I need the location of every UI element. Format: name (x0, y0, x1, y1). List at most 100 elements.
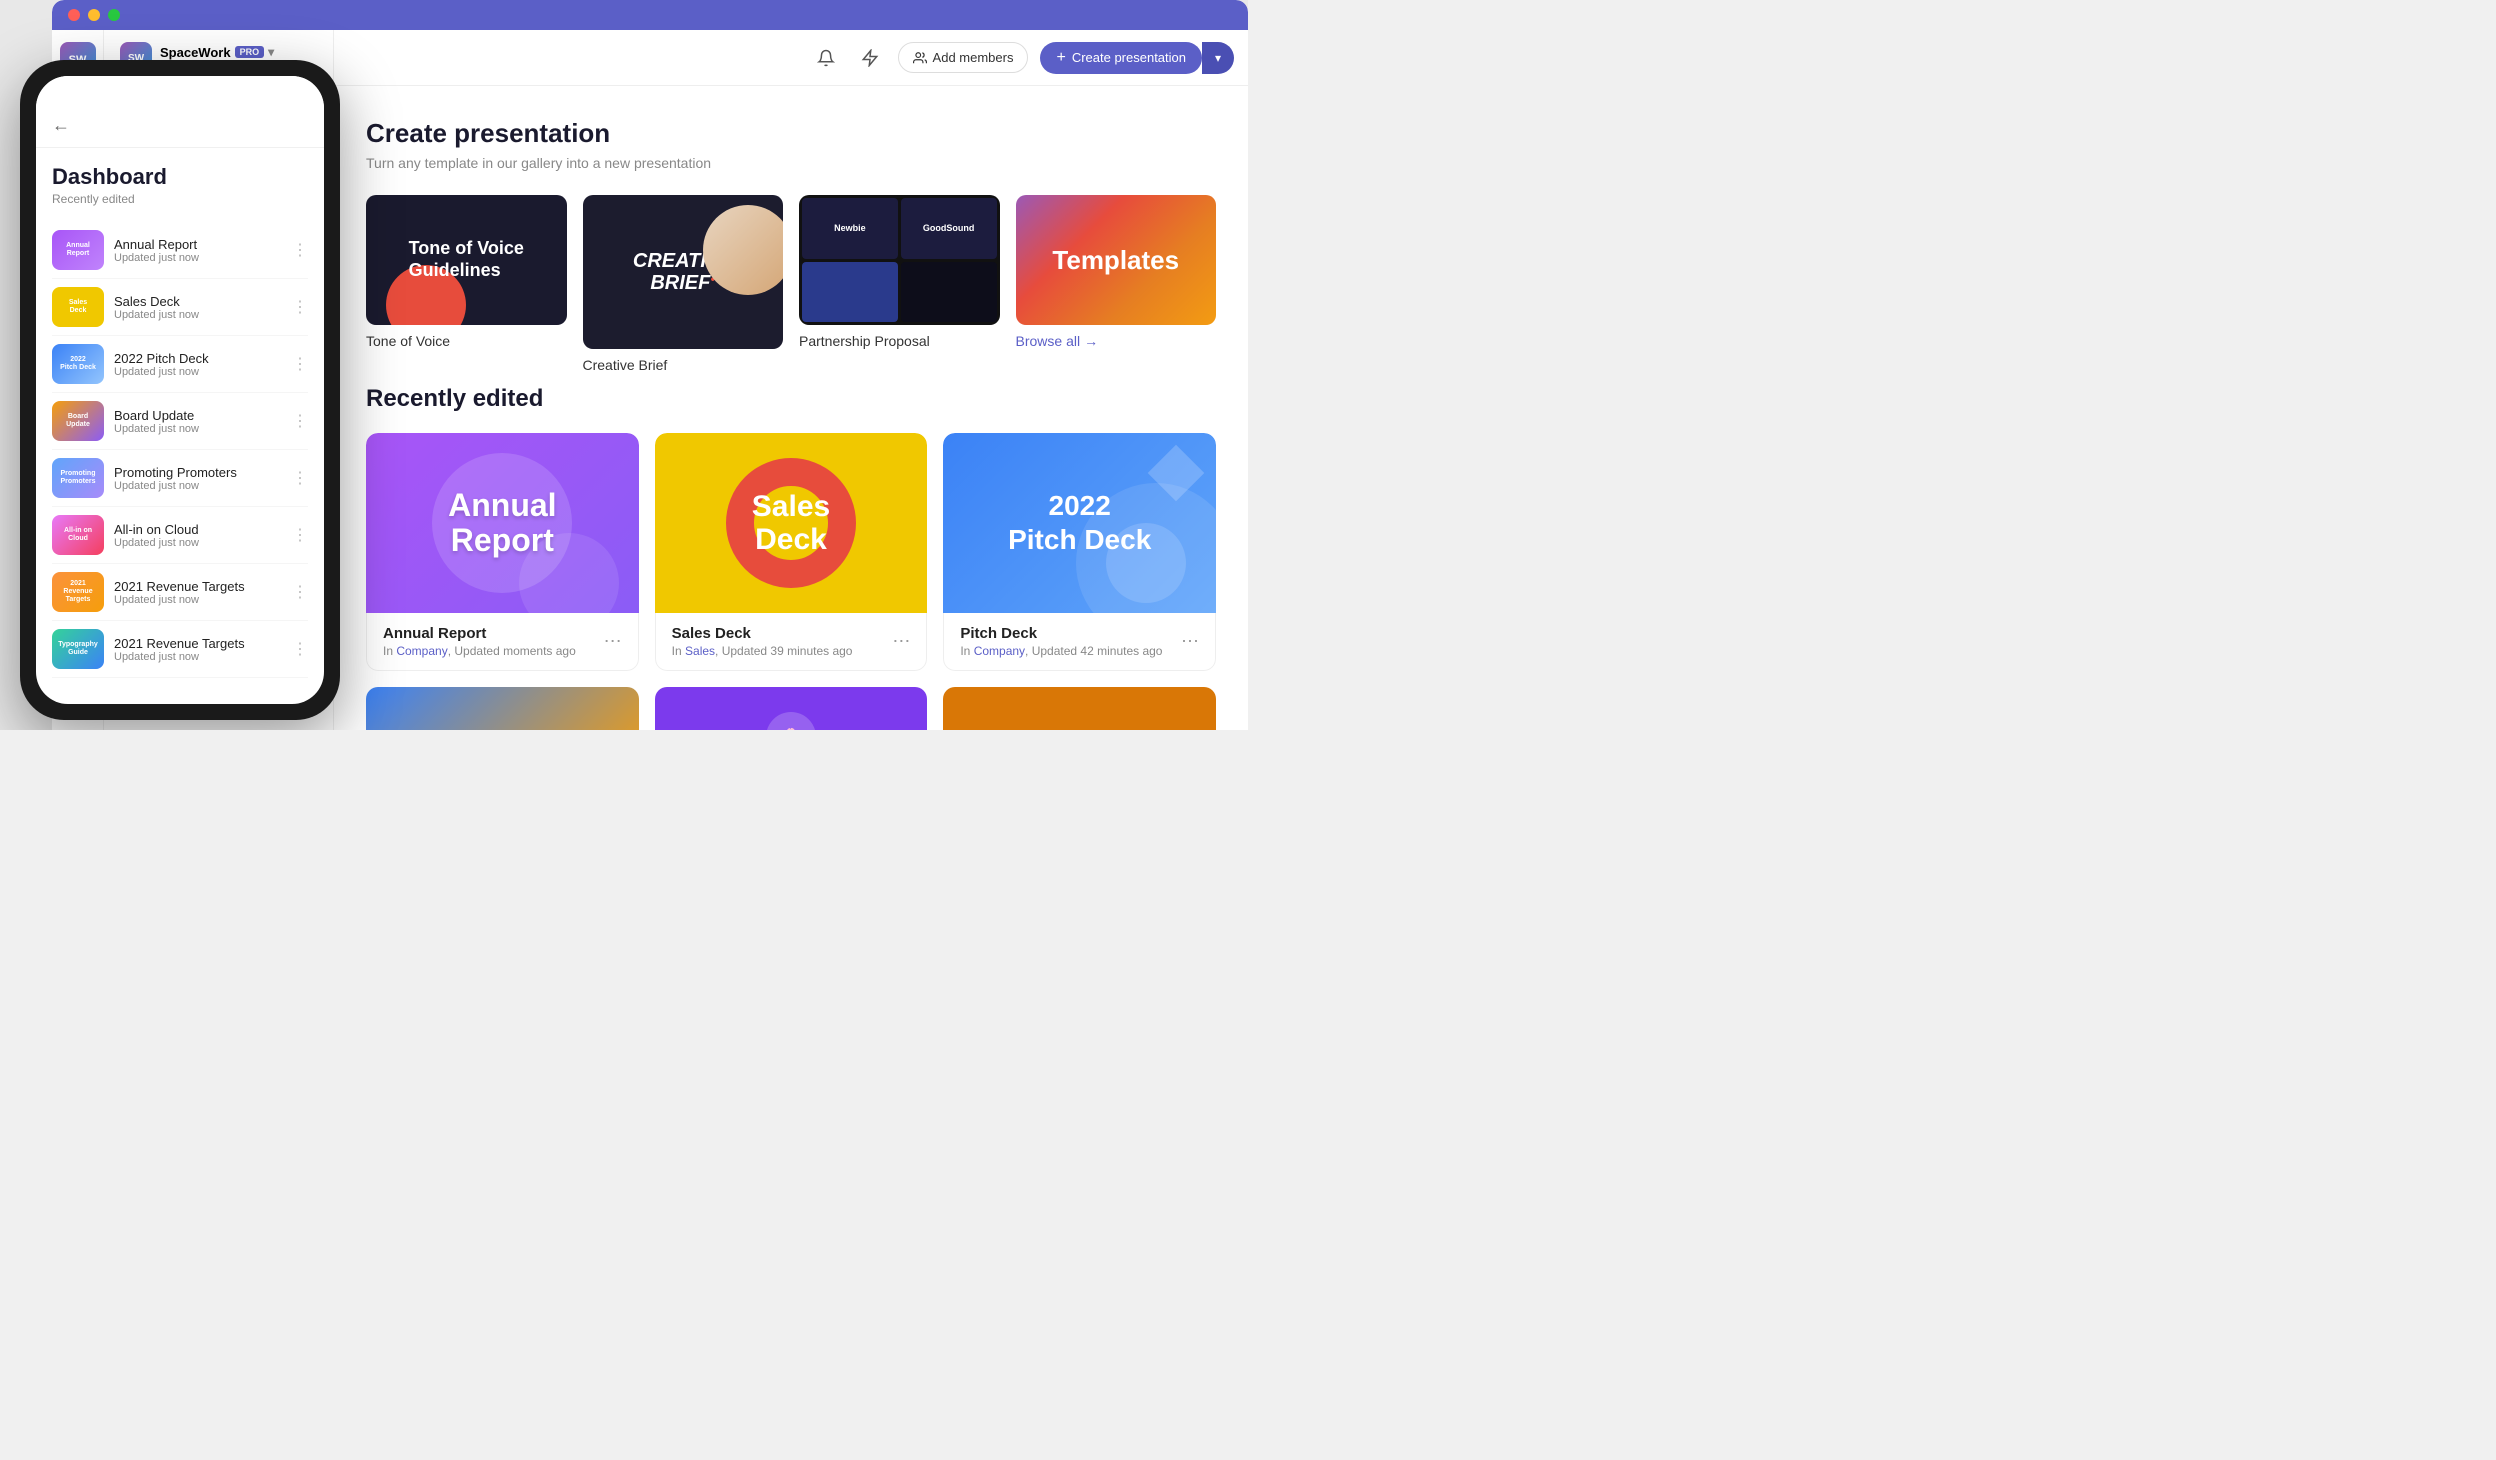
workspace-name: SpaceWork PRO ▾ (160, 45, 274, 60)
pitch-deck-details: Pitch Deck In Company, Updated 42 minute… (960, 625, 1162, 658)
phone-item-thumbnail: SalesDeck (52, 287, 104, 327)
phone-thumb-text: BoardUpdate (64, 411, 92, 430)
pitch-deck-more-button[interactable]: ⋯ (1181, 631, 1199, 652)
close-dot[interactable] (68, 9, 80, 21)
phone-item-more-button[interactable]: ⋮ (292, 411, 308, 431)
phone-item-more-button[interactable]: ⋮ (292, 582, 308, 602)
pitch-deck-info: Pitch Deck In Company, Updated 42 minute… (943, 613, 1216, 671)
template-card-tov[interactable]: Tone of VoiceGuidelines Tone of Voice (366, 195, 567, 349)
pitch-deck-title: Pitch Deck (960, 625, 1162, 642)
phone-list-item[interactable]: PromotingPromoters Promoting Promoters U… (52, 450, 308, 507)
desktop: SW + SW SpaceWork PRO ▾ (0, 0, 1248, 730)
phone-item-more-button[interactable]: ⋮ (292, 525, 308, 545)
phone-item-name: Sales Deck (114, 294, 282, 309)
phone-item-meta: Updated just now (114, 252, 282, 264)
phone-list-item[interactable]: 2022Pitch Deck 2022 Pitch Deck Updated j… (52, 336, 308, 393)
create-presentation-button[interactable]: + Create presentation (1040, 42, 1202, 74)
phone-item-meta: Updated just now (114, 423, 282, 435)
annual-report-info: Annual Report In Company, Updated moment… (366, 613, 639, 671)
phone-item-info: 2021 Revenue Targets Updated just now (114, 636, 282, 663)
create-presentation-section: Create presentation Turn any template in… (366, 118, 1216, 349)
phone-nav-bar: ← (36, 104, 324, 148)
maximize-dot[interactable] (108, 9, 120, 21)
phone-thumb-text: AnnualReport (64, 240, 92, 259)
minimize-dot[interactable] (88, 9, 100, 21)
phone-list-item[interactable]: TypographyGuide 2021 Revenue Targets Upd… (52, 621, 308, 678)
pp-thumbnail: Newbie GoodSound (799, 195, 1000, 325)
sales-deck-location: Sales (685, 644, 715, 658)
phone-item-more-button[interactable]: ⋮ (292, 240, 308, 260)
sales-deck-more-button[interactable]: ⋯ (892, 631, 910, 652)
phone-list-item[interactable]: All-in onCloud All-in on Cloud Updated j… (52, 507, 308, 564)
annual-report-title: Annual Report (383, 625, 576, 642)
add-members-button[interactable]: Add members (898, 42, 1029, 73)
phone-item-thumbnail: 2022Pitch Deck (52, 344, 104, 384)
browse-arrow-icon: → (1084, 333, 1098, 349)
sales-deck-details: Sales Deck In Sales, Updated 39 minutes … (672, 625, 853, 658)
lightning-button[interactable] (854, 42, 886, 74)
phone-item-name: Board Update (114, 408, 282, 423)
create-dropdown-button[interactable]: ▾ (1202, 42, 1234, 74)
pro-badge: PRO (235, 46, 265, 58)
phone-back-button[interactable]: ← (52, 115, 70, 136)
phone-thumb-text: SalesDeck (67, 297, 89, 316)
tov-template-name: Tone of Voice (366, 333, 567, 349)
recent-card-annual-report[interactable]: AnnualReport Annual Report In Company, U… (366, 433, 639, 671)
bottom-card-3[interactable] (943, 687, 1216, 730)
notification-button[interactable] (810, 42, 842, 74)
template-card-pp[interactable]: Newbie GoodSound Partnership Proposal (799, 195, 1000, 349)
annual-report-card-text: AnnualReport (448, 488, 556, 558)
phone-item-meta: Updated just now (114, 537, 282, 549)
phone-item-more-button[interactable]: ⋮ (292, 297, 308, 317)
phone-item-more-button[interactable]: ⋮ (292, 639, 308, 659)
phone-item-info: Board Update Updated just now (114, 408, 282, 435)
phone-recently-edited-label: Recently edited (52, 192, 308, 206)
phone-item-thumbnail: PromotingPromoters (52, 458, 104, 498)
phone-frame: ← Dashboard Recently edited AnnualReport… (20, 60, 340, 720)
phone-list-item[interactable]: 2021Revenue Targets 2021 Revenue Targets… (52, 564, 308, 621)
tov-text: Tone of VoiceGuidelines (393, 222, 540, 297)
tov-thumbnail: Tone of VoiceGuidelines (366, 195, 567, 325)
recent-card-pitch-deck[interactable]: 2022Pitch Deck Pitch Deck In Company, Up… (943, 433, 1216, 671)
phone-item-name: 2022 Pitch Deck (114, 351, 282, 366)
workspace-chevron-icon[interactable]: ▾ (268, 45, 274, 59)
annual-report-thumbnail: AnnualReport (366, 433, 639, 613)
bottom-card-2[interactable]: 🌸 (655, 687, 928, 730)
phone-item-info: 2021 Revenue Targets Updated just now (114, 579, 282, 606)
sales-deck-time: Updated 39 minutes ago (722, 644, 853, 658)
recent-card-sales-deck[interactable]: SalesDeck Sales Deck In Sales, Updated 3… (655, 433, 928, 671)
phone-item-thumbnail: All-in onCloud (52, 515, 104, 555)
phone-thumb-text: PromotingPromoters (58, 468, 97, 487)
phone-item-name: 2021 Revenue Targets (114, 579, 282, 594)
phone-list-item[interactable]: AnnualReport Annual Report Updated just … (52, 222, 308, 279)
main-content: Create presentation Turn any template in… (334, 86, 1248, 730)
template-card-browse[interactable]: Templates Browse all → (1016, 195, 1217, 349)
browse-all-link[interactable]: Browse all → (1016, 333, 1217, 349)
phone-item-info: Promoting Promoters Updated just now (114, 465, 282, 492)
create-presentation-label: Create presentation (1072, 50, 1186, 65)
phone-item-more-button[interactable]: ⋮ (292, 354, 308, 374)
annual-report-more-button[interactable]: ⋯ (604, 631, 622, 652)
phone-dashboard-title: Dashboard (52, 164, 308, 190)
phone-item-more-button[interactable]: ⋮ (292, 468, 308, 488)
sales-deck-info: Sales Deck In Sales, Updated 39 minutes … (655, 613, 928, 671)
phone-item-name: 2021 Revenue Targets (114, 636, 282, 651)
phone-content: Dashboard Recently edited AnnualReport A… (36, 148, 324, 704)
phone-item-thumbnail: BoardUpdate (52, 401, 104, 441)
phone-list-item[interactable]: SalesDeck Sales Deck Updated just now ⋮ (52, 279, 308, 336)
pitch-deck-card-text: 2022Pitch Deck (1008, 489, 1151, 556)
phone-item-meta: Updated just now (114, 309, 282, 321)
phone-item-name: Promoting Promoters (114, 465, 282, 480)
title-bar (52, 0, 1248, 30)
phone-thumb-text: 2021Revenue Targets (52, 578, 104, 605)
phone-item-info: All-in on Cloud Updated just now (114, 522, 282, 549)
pitch-deck-meta: In Company, Updated 42 minutes ago (960, 644, 1162, 658)
bottom-card-1[interactable] (366, 687, 639, 730)
phone-item-name: Annual Report (114, 237, 282, 252)
pp-template-name: Partnership Proposal (799, 333, 1000, 349)
template-card-cb[interactable]: CREATIVEBRIEF● Creative Brief (583, 195, 784, 349)
phone-list-item[interactable]: BoardUpdate Board Update Updated just no… (52, 393, 308, 450)
phone-item-meta: Updated just now (114, 366, 282, 378)
phone-item-thumbnail: 2021Revenue Targets (52, 572, 104, 612)
templates-row: Tone of VoiceGuidelines Tone of Voice (366, 195, 1216, 349)
